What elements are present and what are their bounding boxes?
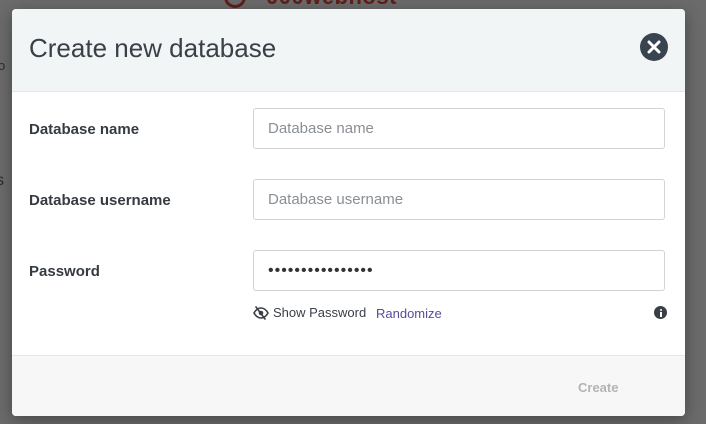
- create-database-dialog: Create new database Database name Databa…: [12, 9, 685, 416]
- dialog-title: Create new database: [29, 33, 277, 63]
- password-label: Password: [29, 263, 100, 280]
- info-icon[interactable]: [654, 306, 667, 319]
- database-username-input[interactable]: [253, 179, 665, 220]
- database-username-label: Database username: [29, 192, 171, 209]
- database-name-input[interactable]: [253, 108, 665, 149]
- randomize-link[interactable]: Randomize: [376, 306, 442, 321]
- create-button[interactable]: Create: [578, 380, 618, 395]
- show-password-toggle[interactable]: Show Password: [253, 305, 366, 320]
- dialog-header: Create new database: [12, 9, 685, 92]
- close-icon: [647, 40, 661, 54]
- show-password-label: Show Password: [273, 305, 367, 320]
- database-name-label: Database name: [29, 121, 140, 138]
- password-input[interactable]: [253, 250, 665, 291]
- close-button[interactable]: [640, 33, 668, 61]
- eye-slash-icon: [253, 305, 269, 320]
- dialog-footer: Create: [12, 355, 685, 416]
